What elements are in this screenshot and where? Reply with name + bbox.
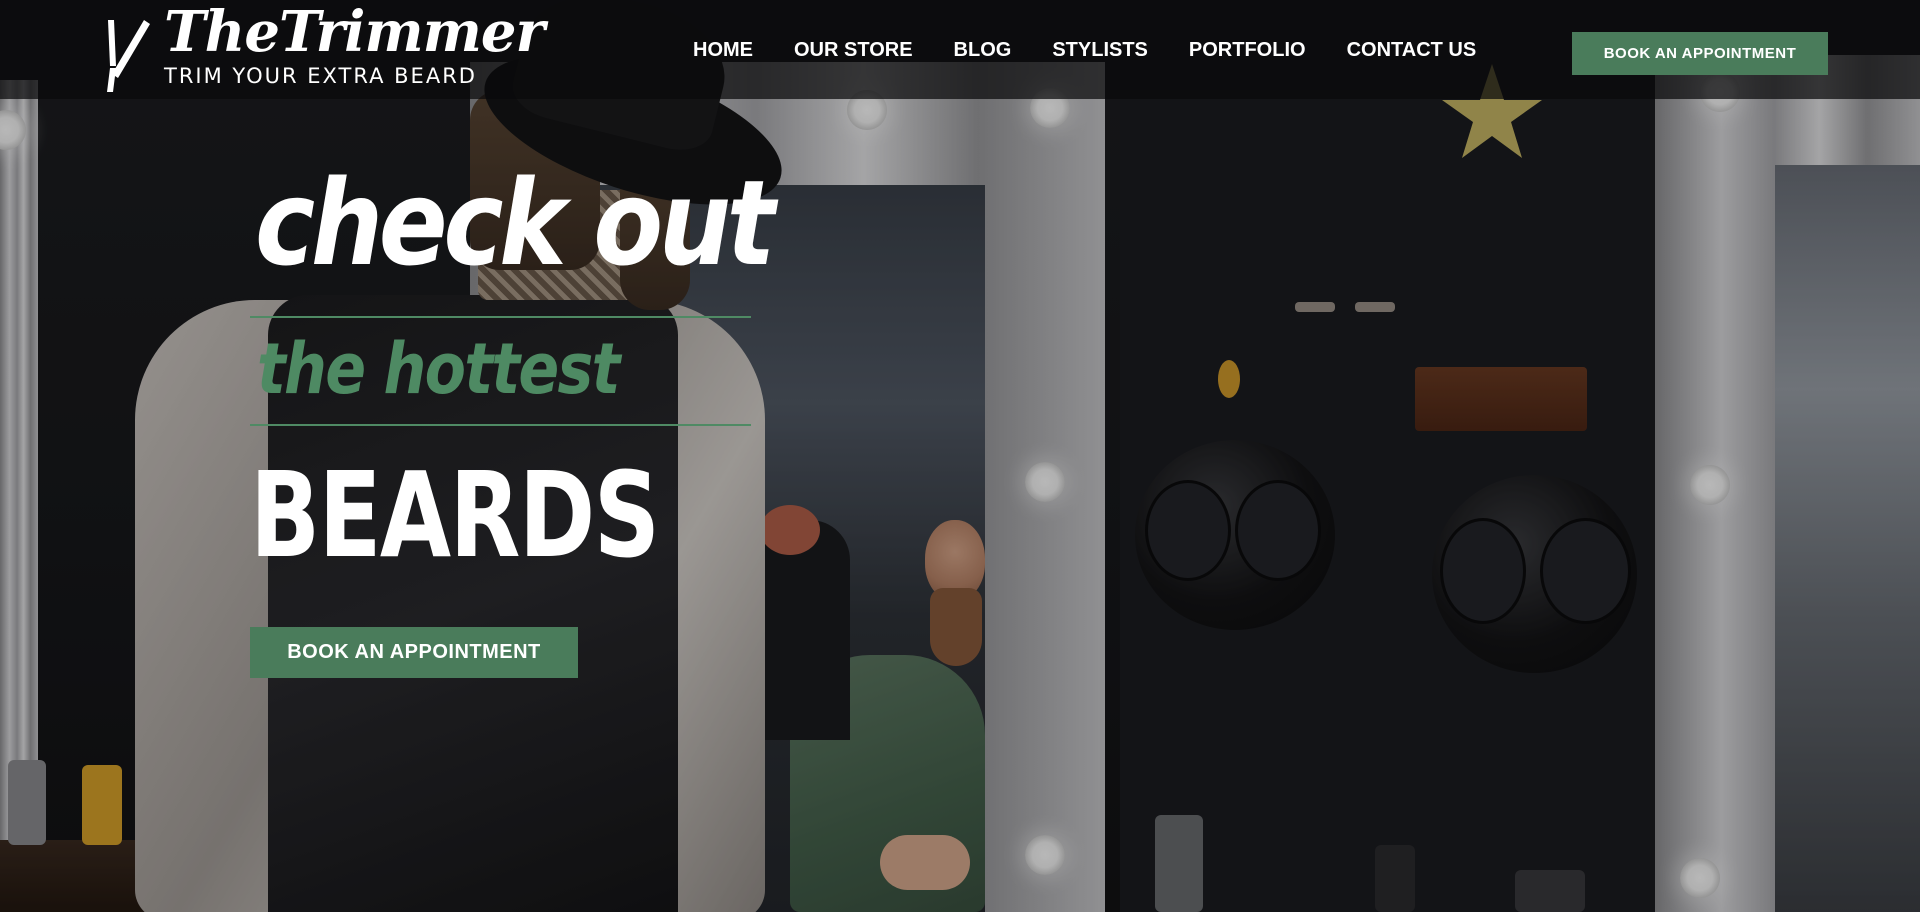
nav-item-stylists[interactable]: STYLISTS	[1052, 38, 1148, 62]
nav-item-portfolio[interactable]: PORTFOLIO	[1189, 38, 1306, 62]
brand-tagline: TRIM YOUR EXTRA BEARD	[164, 64, 477, 88]
hero-divider-bottom	[250, 424, 751, 426]
brand-logo[interactable]: TheTrimmer TRIM YOUR EXTRA BEARD	[104, 4, 545, 92]
nav-item-home[interactable]: HOME	[693, 38, 753, 62]
hero-book-appointment-button[interactable]: BOOK AN APPOINTMENT	[250, 627, 578, 678]
nav-item-our-store[interactable]: OUR STORE	[794, 38, 913, 62]
hero-heading-line-1: check out	[255, 154, 775, 292]
brand-name: TheTrimmer	[164, 0, 545, 65]
header-book-appointment-button[interactable]: BOOK AN APPOINTMENT	[1572, 32, 1828, 75]
nav-item-contact-us[interactable]: CONTACT US	[1347, 38, 1477, 62]
hero-divider-top	[250, 316, 751, 318]
hero-heading-line-3: BEARDS	[250, 446, 660, 584]
hero-heading-line-2: the hottest	[257, 328, 620, 410]
razor-icon	[107, 20, 150, 92]
site-header: TheTrimmer TRIM YOUR EXTRA BEARD HOME OU…	[0, 0, 1920, 99]
nav-item-blog[interactable]: BLOG	[954, 38, 1012, 62]
main-nav: HOME OUR STORE BLOG STYLISTS PORTFOLIO C…	[693, 38, 1476, 62]
